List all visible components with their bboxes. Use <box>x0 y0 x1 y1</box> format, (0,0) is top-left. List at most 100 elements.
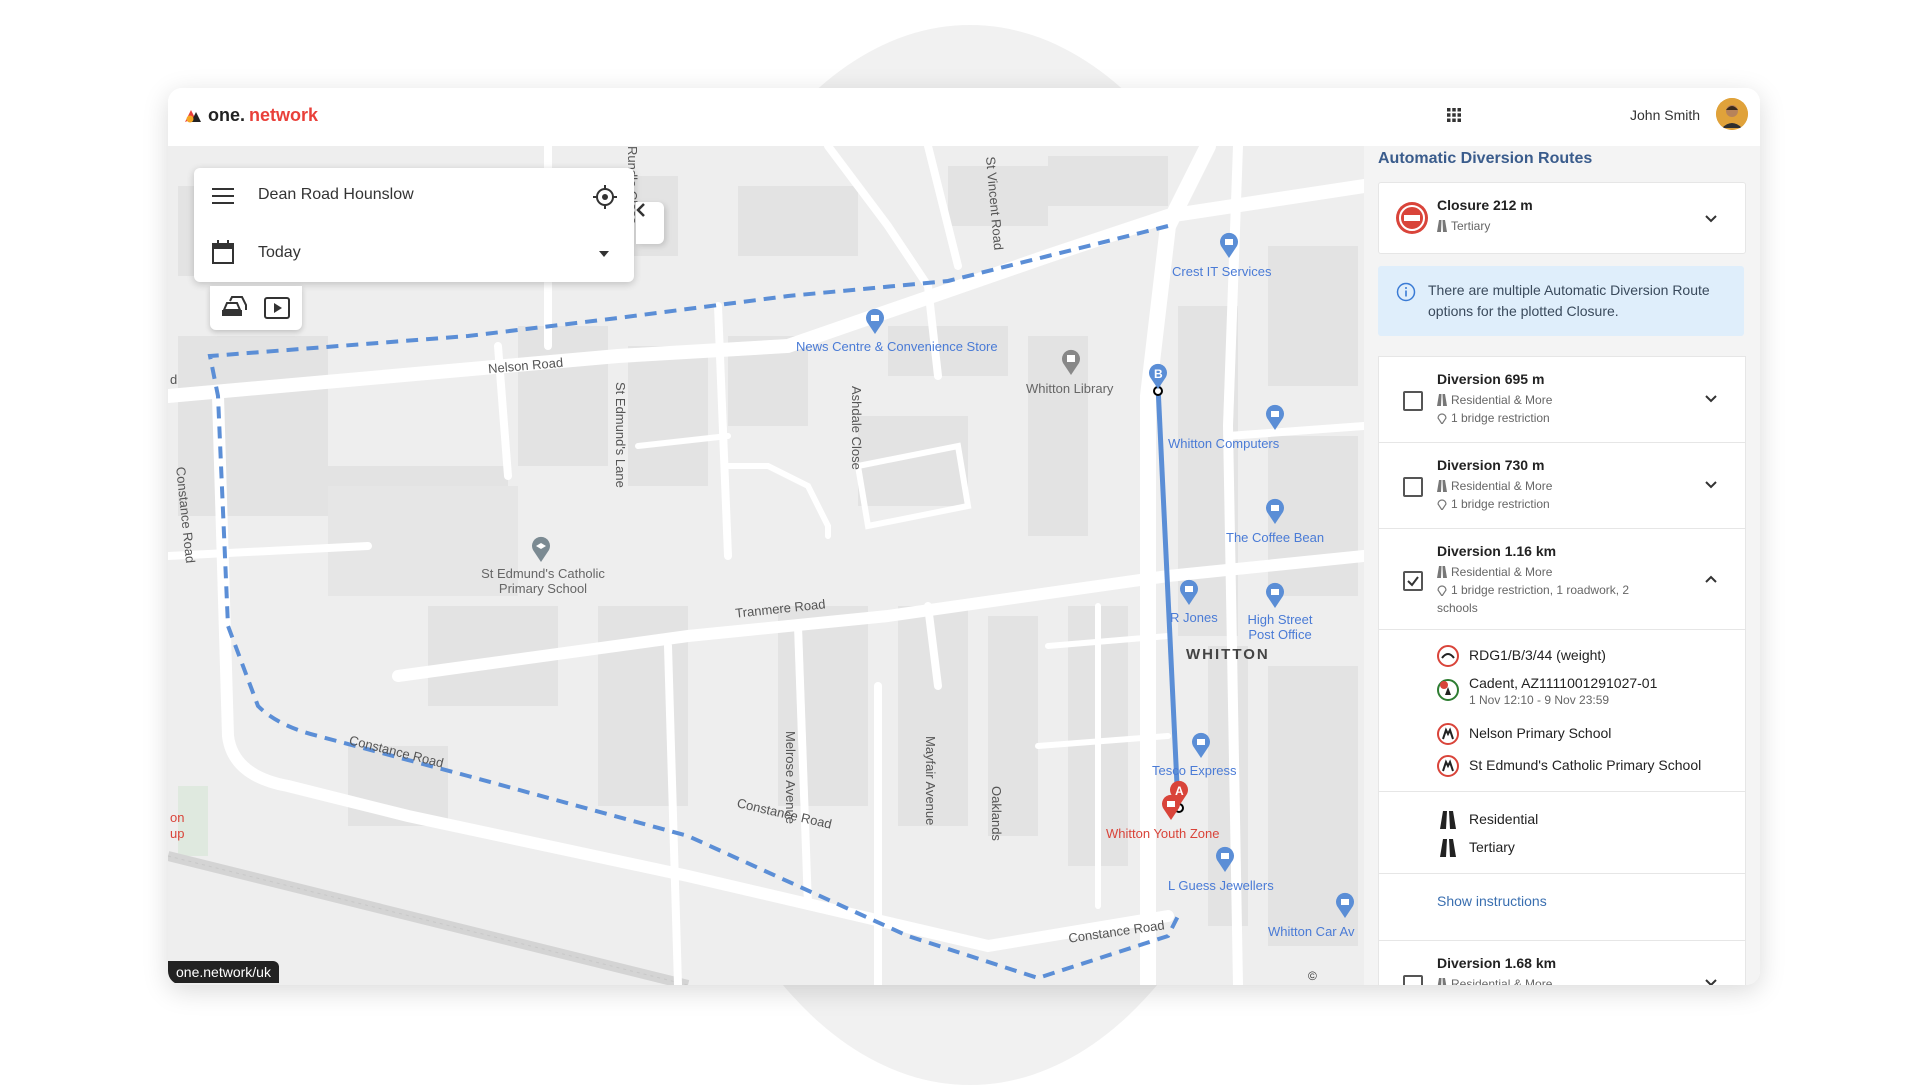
closure-card[interactable]: Closure 212 m Tertiary <box>1378 182 1746 254</box>
location-row[interactable]: Dean Road Hounslow <box>194 168 634 224</box>
location-search-text[interactable]: Dean Road Hounslow <box>258 186 414 204</box>
diversion-checkbox-2[interactable] <box>1403 477 1423 497</box>
maptiler-credit[interactable]: © MapTiler <box>1308 969 1364 985</box>
chevron-down-icon[interactable] <box>1703 211 1719 227</box>
location-pin-icon <box>1437 499 1447 510</box>
shop-pin-icon[interactable] <box>1264 404 1286 430</box>
detail-weight: RDG1/B/3/44 (weight) <box>1469 647 1606 663</box>
diversion-card-1[interactable]: Diversion 695 m Residential & More 1 bri… <box>1378 356 1746 444</box>
diversion-checkbox-1[interactable] <box>1403 391 1423 411</box>
youth-zone-pin-icon[interactable] <box>1160 794 1182 820</box>
date-select-text[interactable]: Today <box>258 244 301 262</box>
menu-icon[interactable] <box>212 186 234 206</box>
poi-post-office[interactable]: High Street Post Office <box>1244 612 1316 642</box>
locate-me-icon[interactable] <box>592 184 618 210</box>
detail-roadwork-dates: 1 Nov 12:10 - 9 Nov 23:59 <box>1469 693 1610 707</box>
shop-pin-icon[interactable] <box>1178 579 1200 605</box>
top-bar: one. network John Smith <box>168 88 1760 147</box>
poi-crest-it[interactable]: Crest IT Services <box>1172 264 1271 279</box>
poi-news-centre[interactable]: News Centre & Convenience Store <box>796 339 998 354</box>
marker-b-label: B <box>1154 367 1163 381</box>
chevron-up-icon[interactable] <box>1703 571 1719 587</box>
street-ashdale-close: Ashdale Close <box>849 386 864 470</box>
detail-roadwork: Cadent, AZ1111001291027-01 <box>1469 675 1658 691</box>
diversion-title-3: Diversion 1.16 km <box>1437 543 1557 559</box>
diversion-type-2: Residential & More <box>1451 479 1553 493</box>
logo-text-one: one. <box>208 104 246 125</box>
diversion-checkbox-4[interactable] <box>1403 975 1423 985</box>
poi-l-guess-jewellers[interactable]: L Guess Jewellers <box>1168 878 1274 893</box>
traffic-icon[interactable] <box>220 296 248 320</box>
map-canvas[interactable]: B A Nelson Road Constance Road Constance… <box>168 146 1364 985</box>
school-icon <box>1437 723 1459 745</box>
chevron-down-icon[interactable] <box>1703 391 1719 407</box>
edge-label-d: d <box>170 372 178 387</box>
location-pin-icon <box>1437 413 1447 424</box>
diversion-title-1: Diversion 695 m <box>1437 371 1545 387</box>
edge-label-on: on <box>170 810 185 825</box>
school-pin-icon[interactable] <box>530 536 552 562</box>
shop-pin-icon[interactable] <box>1190 732 1212 758</box>
app-window: one. network John Smith B A Nelson Road … <box>168 88 1760 985</box>
logo[interactable]: one. network <box>182 104 318 126</box>
panel-title: Automatic Diversion Routes <box>1378 150 1593 167</box>
detail-school-1: Nelson Primary School <box>1469 725 1612 741</box>
user-name[interactable]: John Smith <box>1630 107 1700 123</box>
closure-title: Closure 212 m <box>1437 197 1533 213</box>
diversion-type-1: Residential & More <box>1451 393 1553 407</box>
shop-pin-icon[interactable] <box>1214 846 1236 872</box>
logo-text-network: network <box>249 104 319 125</box>
poi-youth-zone[interactable]: Whitton Youth Zone <box>1106 826 1219 841</box>
road-icon <box>1440 839 1456 857</box>
street-mayfair-avenue: Mayfair Avenue <box>923 736 938 826</box>
diversion-restriction-2: 1 bridge restriction <box>1451 497 1550 511</box>
diversion-checkbox-3[interactable] <box>1403 571 1423 591</box>
poi-whitton-car[interactable]: Whitton Car Av <box>1268 924 1354 939</box>
area-label-whitton: WHITTON <box>1186 646 1270 663</box>
chevron-down-icon[interactable] <box>1703 975 1719 985</box>
collapse-panel-button[interactable] <box>636 202 664 244</box>
poi-tesco-express[interactable]: Tesco Express <box>1152 763 1237 778</box>
location-pin-icon <box>1437 585 1447 596</box>
poi-whitton-library[interactable]: Whitton Library <box>1026 381 1113 396</box>
street-melrose-avenue: Melrose Avenue <box>783 731 798 824</box>
poi-st-edmunds-school[interactable]: St Edmund's Catholic Primary School <box>468 566 618 596</box>
chevron-left-icon <box>636 203 645 217</box>
road-icon <box>1437 394 1447 406</box>
library-pin-icon[interactable] <box>1060 349 1082 375</box>
show-instructions-link[interactable]: Show instructions <box>1437 893 1547 909</box>
separator <box>1379 629 1745 630</box>
diversion-restriction-3b: schools <box>1437 601 1478 615</box>
poi-r-jones[interactable]: R Jones <box>1170 610 1218 625</box>
road-icon <box>1437 566 1447 578</box>
diversion-card-3[interactable]: Diversion 1.16 km Residential & More 1 b… <box>1378 528 1746 942</box>
shop-pin-icon[interactable] <box>1334 892 1356 918</box>
date-row[interactable]: Today <box>194 226 634 282</box>
checkmark-icon <box>1407 576 1419 587</box>
separator <box>1379 873 1745 874</box>
post-office-pin-icon[interactable] <box>1264 582 1286 608</box>
cafe-pin-icon[interactable] <box>1264 498 1286 524</box>
school-icon <box>1437 755 1459 777</box>
poi-coffee-bean[interactable]: The Coffee Bean <box>1226 530 1324 545</box>
apps-grid-icon[interactable] <box>1446 107 1462 123</box>
road-icon <box>1437 220 1447 232</box>
play-video-icon[interactable] <box>264 297 290 319</box>
info-text: There are multiple Automatic Diversion R… <box>1428 282 1710 319</box>
avatar-icon <box>1716 98 1748 130</box>
diversion-title-4: Diversion 1.68 km <box>1437 955 1557 971</box>
weight-restriction-icon <box>1437 645 1459 667</box>
chevron-down-icon[interactable] <box>1703 477 1719 493</box>
diversion-card-2[interactable]: Diversion 730 m Residential & More 1 bri… <box>1378 442 1746 530</box>
poi-whitton-computers[interactable]: Whitton Computers <box>1168 436 1279 451</box>
detail-road-residential: Residential <box>1469 811 1539 827</box>
attribution-badge[interactable]: one.network/uk <box>168 961 279 983</box>
dropdown-arrow-icon[interactable] <box>598 250 610 258</box>
shop-pin-icon[interactable] <box>864 308 886 334</box>
street-st-edmunds-lane: St Edmund's Lane <box>613 382 628 488</box>
info-notice: There are multiple Automatic Diversion R… <box>1378 266 1744 336</box>
road-icon <box>1437 480 1447 492</box>
shop-pin-icon[interactable] <box>1218 232 1240 258</box>
diversion-card-4[interactable]: Diversion 1.68 km Residential & More <box>1378 940 1746 985</box>
user-avatar[interactable] <box>1716 98 1748 130</box>
